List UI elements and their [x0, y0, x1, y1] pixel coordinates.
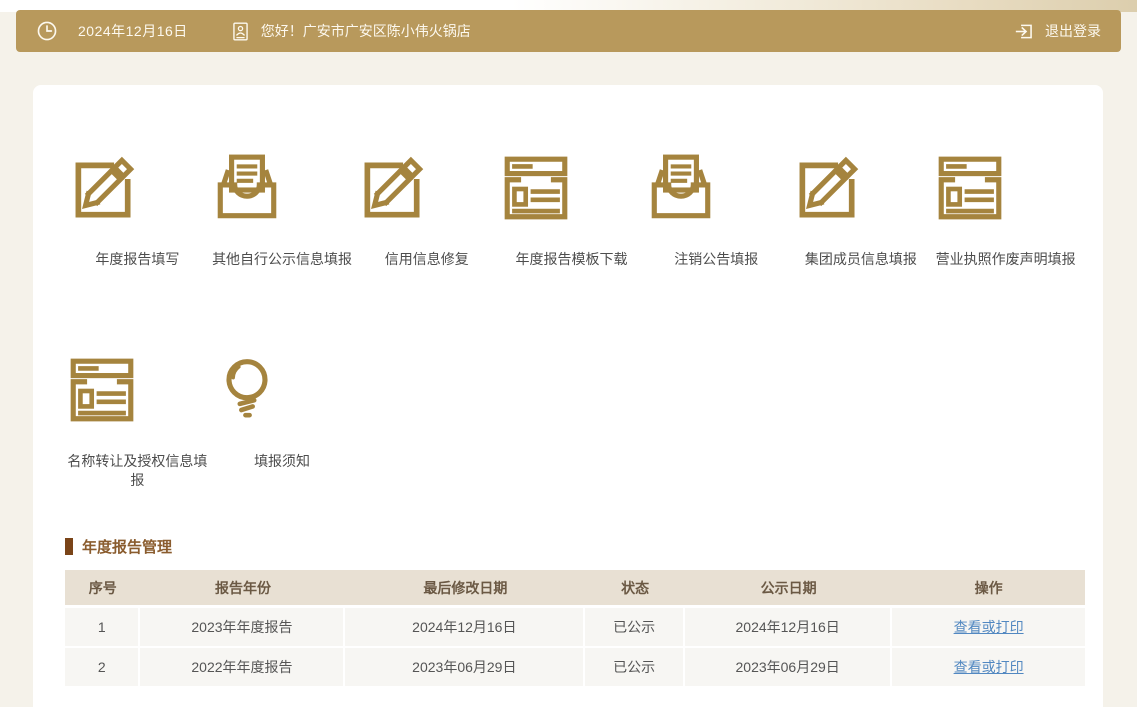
browser-icon: [65, 354, 210, 428]
header-publish-date: 公示日期: [685, 570, 892, 608]
section-title-annual-report-management: 年度报告管理: [65, 536, 1078, 557]
module-annual-report-fill[interactable]: 年度报告填写: [65, 152, 210, 269]
cell-last-modified: 2023年06月29日: [345, 648, 585, 688]
cell-report-year: 2022年年度报告: [140, 648, 345, 688]
module-name-transfer-auth[interactable]: 名称转让及授权信息填报: [65, 354, 210, 490]
module-label: 集团成员信息填报: [789, 250, 934, 269]
cell-action: 查看或打印: [892, 608, 1085, 648]
section-title-text: 年度报告管理: [82, 536, 172, 557]
cell-publish-date: 2024年12月16日: [685, 608, 892, 648]
topbar-user-group: 您好！广安市广安区陈小伟火锅店: [230, 21, 471, 42]
module-label: 营业执照作废声明填报: [933, 250, 1078, 269]
view-or-print-link[interactable]: 查看或打印: [954, 659, 1024, 675]
topbar-date-group: 2024年12月16日: [36, 20, 188, 42]
cell-publish-date: 2023年06月29日: [685, 648, 892, 688]
user-greeting: 您好！广安市广安区陈小伟火锅店: [261, 21, 471, 41]
title-marker-bar: [65, 538, 73, 555]
topbar: 2024年12月16日 您好！广安市广安区陈小伟火锅店 退出登录: [16, 10, 1121, 52]
edit-icon: [354, 152, 499, 226]
annual-report-table: 序号 报告年份 最后修改日期 状态 公示日期 操作 1 2023年年度报告 20…: [65, 570, 1085, 688]
cell-seq: 2: [65, 648, 140, 688]
module-label: 名称转让及授权信息填报: [65, 452, 210, 490]
module-label: 信用信息修复: [354, 250, 499, 269]
module-other-public-info[interactable]: 其他自行公示信息填报: [210, 152, 355, 269]
logout-label: 退出登录: [1045, 21, 1101, 41]
cell-last-modified: 2024年12月16日: [345, 608, 585, 648]
logout-icon: [1014, 21, 1035, 42]
module-label: 其他自行公示信息填报: [210, 250, 355, 269]
module-label: 注销公告填报: [644, 250, 789, 269]
cell-action: 查看或打印: [892, 648, 1085, 688]
cell-status: 已公示: [585, 648, 685, 688]
module-grid: 年度报告填写 其他自行公示信息填报 信用信息修复 年度报告模板下载 注销公告填报…: [65, 152, 1078, 490]
edit-icon: [789, 152, 934, 226]
table-row: 1 2023年年度报告 2024年12月16日 已公示 2024年12月16日 …: [65, 608, 1085, 648]
browser-icon: [933, 152, 1078, 226]
clock-icon: [36, 20, 58, 42]
module-filing-instructions[interactable]: 填报须知: [210, 354, 355, 490]
module-label: 年度报告模板下载: [499, 250, 644, 269]
module-label: 填报须知: [210, 452, 355, 471]
browser-icon: [499, 152, 644, 226]
module-cancellation-notice[interactable]: 注销公告填报: [644, 152, 789, 269]
table-row: 2 2022年年度报告 2023年06月29日 已公示 2023年06月29日 …: [65, 648, 1085, 688]
header-report-year: 报告年份: [140, 570, 345, 608]
module-credit-repair[interactable]: 信用信息修复: [354, 152, 499, 269]
module-template-download[interactable]: 年度报告模板下载: [499, 152, 644, 269]
main-panel: 年度报告填写 其他自行公示信息填报 信用信息修复 年度报告模板下载 注销公告填报…: [33, 85, 1103, 707]
header-last-modified: 最后修改日期: [345, 570, 585, 608]
cell-status: 已公示: [585, 608, 685, 648]
header-status: 状态: [585, 570, 685, 608]
module-license-void-declaration[interactable]: 营业执照作废声明填报: [933, 152, 1078, 269]
cell-seq: 1: [65, 608, 140, 648]
logout-button[interactable]: 退出登录: [1014, 21, 1101, 42]
inbox-icon: [210, 152, 355, 226]
current-date: 2024年12月16日: [78, 21, 188, 41]
inbox-icon: [644, 152, 789, 226]
module-label: 年度报告填写: [65, 250, 210, 269]
edit-icon: [65, 152, 210, 226]
view-or-print-link[interactable]: 查看或打印: [954, 619, 1024, 635]
module-group-member-info[interactable]: 集团成员信息填报: [789, 152, 934, 269]
id-badge-icon: [230, 21, 251, 42]
lightbulb-icon: [210, 354, 355, 428]
table-header-row: 序号 报告年份 最后修改日期 状态 公示日期 操作: [65, 570, 1085, 608]
header-seq: 序号: [65, 570, 140, 608]
header-action: 操作: [892, 570, 1085, 608]
cell-report-year: 2023年年度报告: [140, 608, 345, 648]
